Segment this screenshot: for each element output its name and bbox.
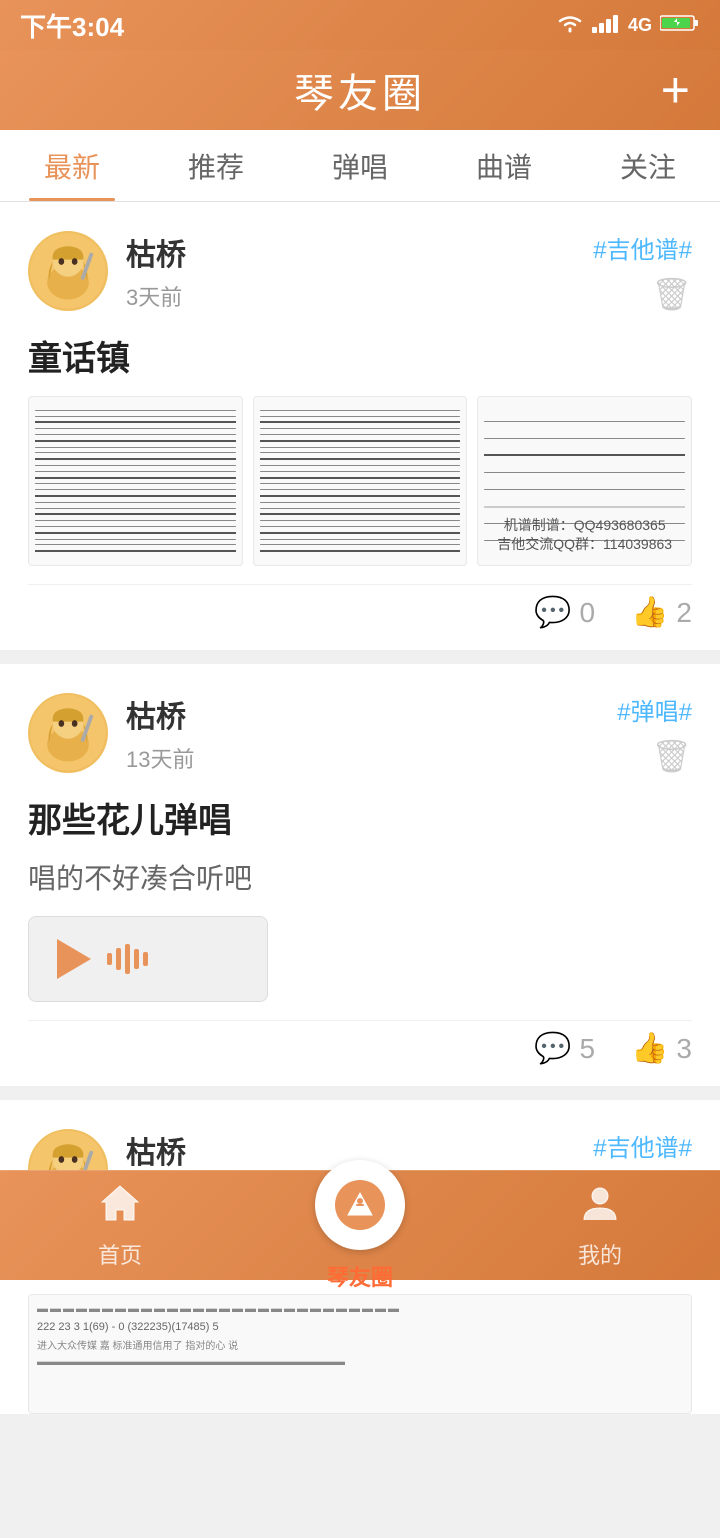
network-label: 4G — [628, 15, 652, 36]
like-action[interactable]: 👍 3 — [631, 1031, 692, 1066]
sound-waves — [107, 944, 148, 974]
header-title: 琴友圈 — [294, 61, 426, 119]
like-count: 3 — [676, 1033, 692, 1065]
sheet-preview[interactable]: ▬▬▬▬▬▬▬▬▬▬▬▬▬▬▬▬▬▬▬▬▬▬▬▬▬▬▬▬ 222 23 3 1(… — [28, 1294, 692, 1414]
nav-home-label: 首页 — [98, 1238, 142, 1270]
status-icons: 4G — [556, 13, 700, 38]
comment-action[interactable]: 💬 5 — [534, 1031, 595, 1066]
post-username: 枯桥 — [126, 692, 194, 736]
like-count: 2 — [676, 597, 692, 629]
post-username: 枯桥 — [126, 230, 186, 274]
tab-bar: 最新 推荐 弹唱 曲谱 关注 — [0, 130, 720, 202]
avatar[interactable] — [28, 231, 108, 311]
post-card: 枯桥 13天前 #弹唱# 🗑 那些花儿弹唱 唱的不好凑合听吧 — [0, 664, 720, 1086]
post-tag[interactable]: #吉他谱# — [593, 1128, 692, 1163]
post-card: 枯桥 3天前 #吉他谱# 🗑 童话镇 — [0, 202, 720, 650]
nav-mine[interactable]: 我的 — [540, 1182, 660, 1270]
nav-center-button[interactable] — [315, 1160, 405, 1250]
post-footer: 💬 0 👍 2 — [28, 584, 692, 630]
post-time: 13天前 — [126, 742, 194, 774]
nav-mine-label: 我的 — [578, 1238, 622, 1270]
post-username: 枯桥 — [126, 1128, 186, 1172]
post-header: 枯桥 13天前 #弹唱# 🗑 — [28, 692, 692, 775]
avatar[interactable] — [28, 693, 108, 773]
comment-icon: 💬 — [534, 1031, 571, 1066]
tab-follow[interactable]: 关注 — [576, 130, 720, 201]
sheet-image-2[interactable] — [253, 396, 468, 566]
post-tag[interactable]: #弹唱# — [617, 692, 692, 727]
delete-button[interactable]: 🗑 — [651, 737, 692, 775]
comment-count: 0 — [579, 597, 595, 629]
nav-home[interactable]: 首页 — [60, 1182, 180, 1270]
tab-play[interactable]: 弹唱 — [288, 130, 432, 201]
sheet-images: 机谱制谱：QQ493680365 吉他交流QQ群：114039863 — [28, 396, 692, 566]
nav-community[interactable]: 琴友圈 — [300, 1160, 420, 1292]
post-title: 那些花儿弹唱 — [28, 793, 692, 842]
battery-icon — [660, 13, 700, 38]
community-icon — [335, 1180, 385, 1230]
header: 琴友圈 + — [0, 50, 720, 130]
wave-bar — [134, 949, 139, 969]
like-icon: 👍 — [631, 1031, 668, 1066]
audio-player[interactable] — [28, 916, 268, 1002]
comment-count: 5 — [579, 1033, 595, 1065]
comment-icon: 💬 — [534, 595, 571, 630]
play-icon — [57, 939, 91, 979]
post-content: 唱的不好凑合听吧 — [28, 858, 692, 900]
post-title: 童话镇 — [28, 331, 692, 380]
signal-icon — [592, 13, 620, 38]
tab-score[interactable]: 曲谱 — [432, 130, 576, 201]
bottom-nav: 首页 琴友圈 我的 — [0, 1170, 720, 1280]
post-header: 枯桥 3天前 #吉他谱# 🗑 — [28, 230, 692, 313]
like-icon: 👍 — [631, 595, 668, 630]
tab-latest[interactable]: 最新 — [0, 130, 144, 201]
wave-bar — [116, 948, 121, 970]
status-time: 下午3:04 — [20, 7, 124, 44]
wifi-icon — [556, 13, 584, 38]
feed: 枯桥 3天前 #吉他谱# 🗑 童话镇 — [0, 202, 720, 1538]
post-tag[interactable]: #吉他谱# — [593, 230, 692, 265]
sheet-image-3[interactable]: 机谱制谱：QQ493680365 吉他交流QQ群：114039863 — [477, 396, 692, 566]
wave-bar — [143, 952, 148, 966]
wave-bar — [107, 953, 112, 965]
status-bar: 下午3:04 4G — [0, 0, 720, 50]
comment-action[interactable]: 💬 0 — [534, 595, 595, 630]
mine-icon — [580, 1182, 620, 1232]
sheet-image-1[interactable] — [28, 396, 243, 566]
wave-bar — [125, 944, 130, 974]
delete-button[interactable]: 🗑 — [651, 275, 692, 313]
like-action[interactable]: 👍 2 — [631, 595, 692, 630]
add-button[interactable]: + — [661, 65, 690, 115]
post-footer: 💬 5 👍 3 — [28, 1020, 692, 1066]
post-time: 3天前 — [126, 280, 186, 312]
home-icon — [98, 1182, 142, 1232]
tab-recommend[interactable]: 推荐 — [144, 130, 288, 201]
sheet-watermark: 机谱制谱：QQ493680365 吉他交流QQ群：114039863 — [478, 516, 691, 555]
